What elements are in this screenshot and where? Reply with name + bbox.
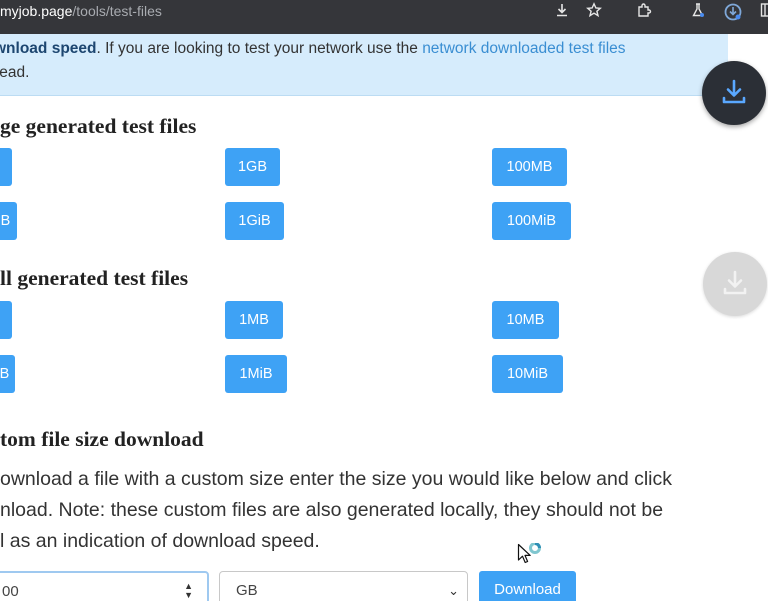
large-file-button-clipped-2[interactable]: B: [0, 202, 17, 240]
floating-download-button-disabled[interactable]: [703, 252, 767, 316]
info-banner: wnload speed. If you are looking to test…: [0, 34, 728, 96]
size-unit-value: GB: [236, 582, 258, 599]
url-path: /tools/test-files: [72, 3, 162, 19]
custom-file-description: ownload a file with a custom size enter …: [0, 464, 740, 557]
url-host: myjob.page: [0, 3, 73, 19]
sidebar-icon[interactable]: [756, 0, 768, 22]
size-unit-select[interactable]: GB ⌄: [219, 571, 468, 601]
download-icon[interactable]: [551, 0, 573, 22]
address-bar[interactable]: myjob.page/tools/test-files: [0, 0, 162, 22]
custom-download-button[interactable]: Download: [479, 571, 576, 601]
small-file-button-clipped[interactable]: [0, 301, 12, 339]
banner-bold-text: wnload speed: [0, 40, 97, 57]
chevron-down-icon: ⌄: [448, 583, 459, 598]
extensions-icon[interactable]: [633, 0, 655, 22]
profile-sync-icon[interactable]: [722, 0, 744, 22]
download-icon: [723, 270, 747, 295]
description-line: ownload a file with a custom size enter …: [0, 468, 673, 490]
floating-download-button[interactable]: [702, 61, 766, 125]
download-1mib-button[interactable]: 1MiB: [225, 355, 287, 393]
large-file-button-clipped[interactable]: [0, 148, 12, 186]
custom-size-value: 00: [2, 583, 19, 600]
description-line: nload. Note: these custom files are also…: [0, 499, 664, 521]
number-spinner-icon[interactable]: ▲ ▼: [184, 582, 193, 600]
download-100mb-button[interactable]: 100MB: [492, 148, 567, 186]
download-10mb-button[interactable]: 10MB: [492, 301, 559, 339]
browser-toolbar: myjob.page/tools/test-files: [0, 0, 768, 34]
large-files-heading: ge generated test files: [0, 114, 197, 138]
banner-text: wnload speed. If you are looking to test…: [0, 37, 728, 85]
download-1gb-button[interactable]: 1GB: [225, 148, 280, 186]
download-10mib-button[interactable]: 10MiB: [492, 355, 563, 393]
small-files-heading: ll generated test files: [0, 266, 189, 290]
custom-size-input[interactable]: 00 ▲ ▼: [0, 571, 209, 601]
download-1gib-button[interactable]: 1GiB: [225, 202, 284, 240]
banner-line2: tead.: [0, 64, 30, 81]
banner-body-text: . If you are looking to test your networ…: [96, 40, 423, 57]
network-test-files-link[interactable]: network downloaded test files: [422, 40, 625, 57]
star-icon[interactable]: [583, 0, 605, 22]
mouse-cursor-icon: [517, 543, 541, 564]
download-1mb-button[interactable]: 1MB: [225, 301, 283, 339]
labs-flask-icon[interactable]: [687, 0, 709, 22]
download-icon: [722, 79, 746, 104]
description-line: l as an indication of download speed.: [0, 530, 320, 552]
small-file-button-clipped-2[interactable]: B: [0, 355, 15, 393]
custom-file-heading: tom file size download: [0, 427, 204, 451]
download-100mib-button[interactable]: 100MiB: [492, 202, 571, 240]
